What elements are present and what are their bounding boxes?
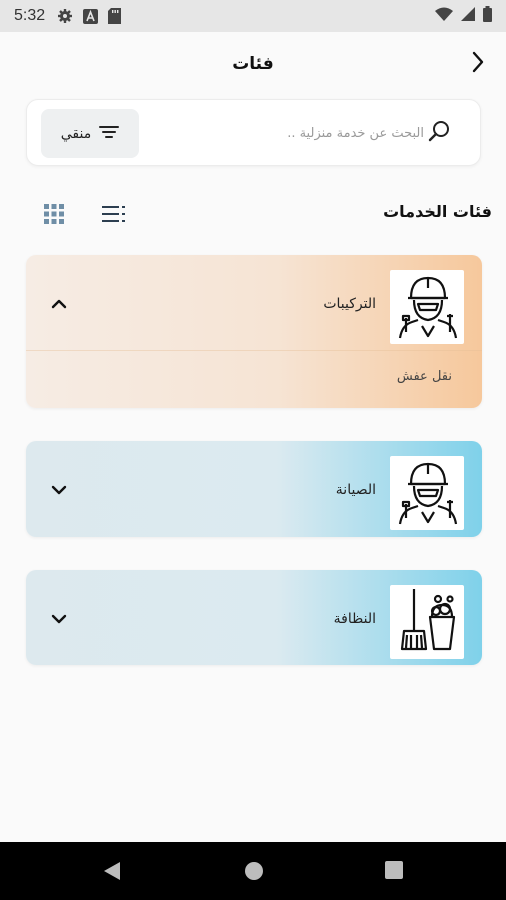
page-title: فئات (232, 54, 274, 74)
back-button[interactable] (464, 50, 492, 78)
category-header[interactable]: التركيبات (26, 255, 482, 351)
wifi-icon (435, 7, 453, 25)
category-card-cleaning: النظافة (26, 570, 482, 665)
status-bar: 5:32 (0, 0, 506, 32)
chevron-down-icon[interactable] (50, 481, 68, 500)
technician-icon (392, 456, 462, 530)
chevron-up-icon[interactable] (50, 295, 68, 314)
category-thumbnail (390, 456, 464, 530)
grid-view-icon[interactable] (44, 204, 64, 228)
section-header: فئات الخدمات (0, 196, 506, 236)
category-label: الصيانة (335, 482, 376, 498)
list-view-icon[interactable] (102, 204, 126, 228)
signal-icon (461, 7, 475, 25)
category-card-maintenance: الصيانة (26, 441, 482, 537)
filter-button[interactable]: منقي (41, 109, 139, 158)
app-bar: فئات (0, 32, 506, 96)
system-nav-bar (0, 842, 506, 900)
category-label: التركيبات (323, 296, 376, 312)
battery-icon (483, 6, 492, 26)
category-header[interactable]: النظافة (26, 570, 482, 665)
filter-icon (99, 124, 120, 143)
back-triangle-icon[interactable] (102, 860, 122, 886)
search-icon[interactable] (428, 120, 450, 146)
chevron-down-icon[interactable] (50, 610, 68, 629)
technician-icon (392, 270, 462, 344)
category-label: النظافة (333, 611, 376, 627)
gear-icon (57, 8, 73, 24)
cleaning-bucket-icon (392, 585, 462, 659)
filter-label: منقي (60, 125, 92, 142)
search-card: منقي (26, 99, 481, 166)
category-header[interactable]: الصيانة (26, 441, 482, 537)
category-thumbnail (390, 585, 464, 659)
category-thumbnail (390, 270, 464, 344)
section-title: فئات الخدمات (383, 202, 492, 221)
a-icon (83, 8, 99, 24)
category-card-installations: التركيبات نقل عفش (26, 255, 482, 408)
sd-card-icon (108, 8, 122, 24)
search-input[interactable] (184, 118, 424, 148)
subcategory-item[interactable]: نقل عفش (397, 369, 452, 384)
recents-square-icon[interactable] (384, 860, 404, 884)
chevron-right-icon (471, 51, 485, 77)
home-circle-icon[interactable] (243, 860, 265, 886)
status-time: 5:32 (14, 7, 46, 24)
